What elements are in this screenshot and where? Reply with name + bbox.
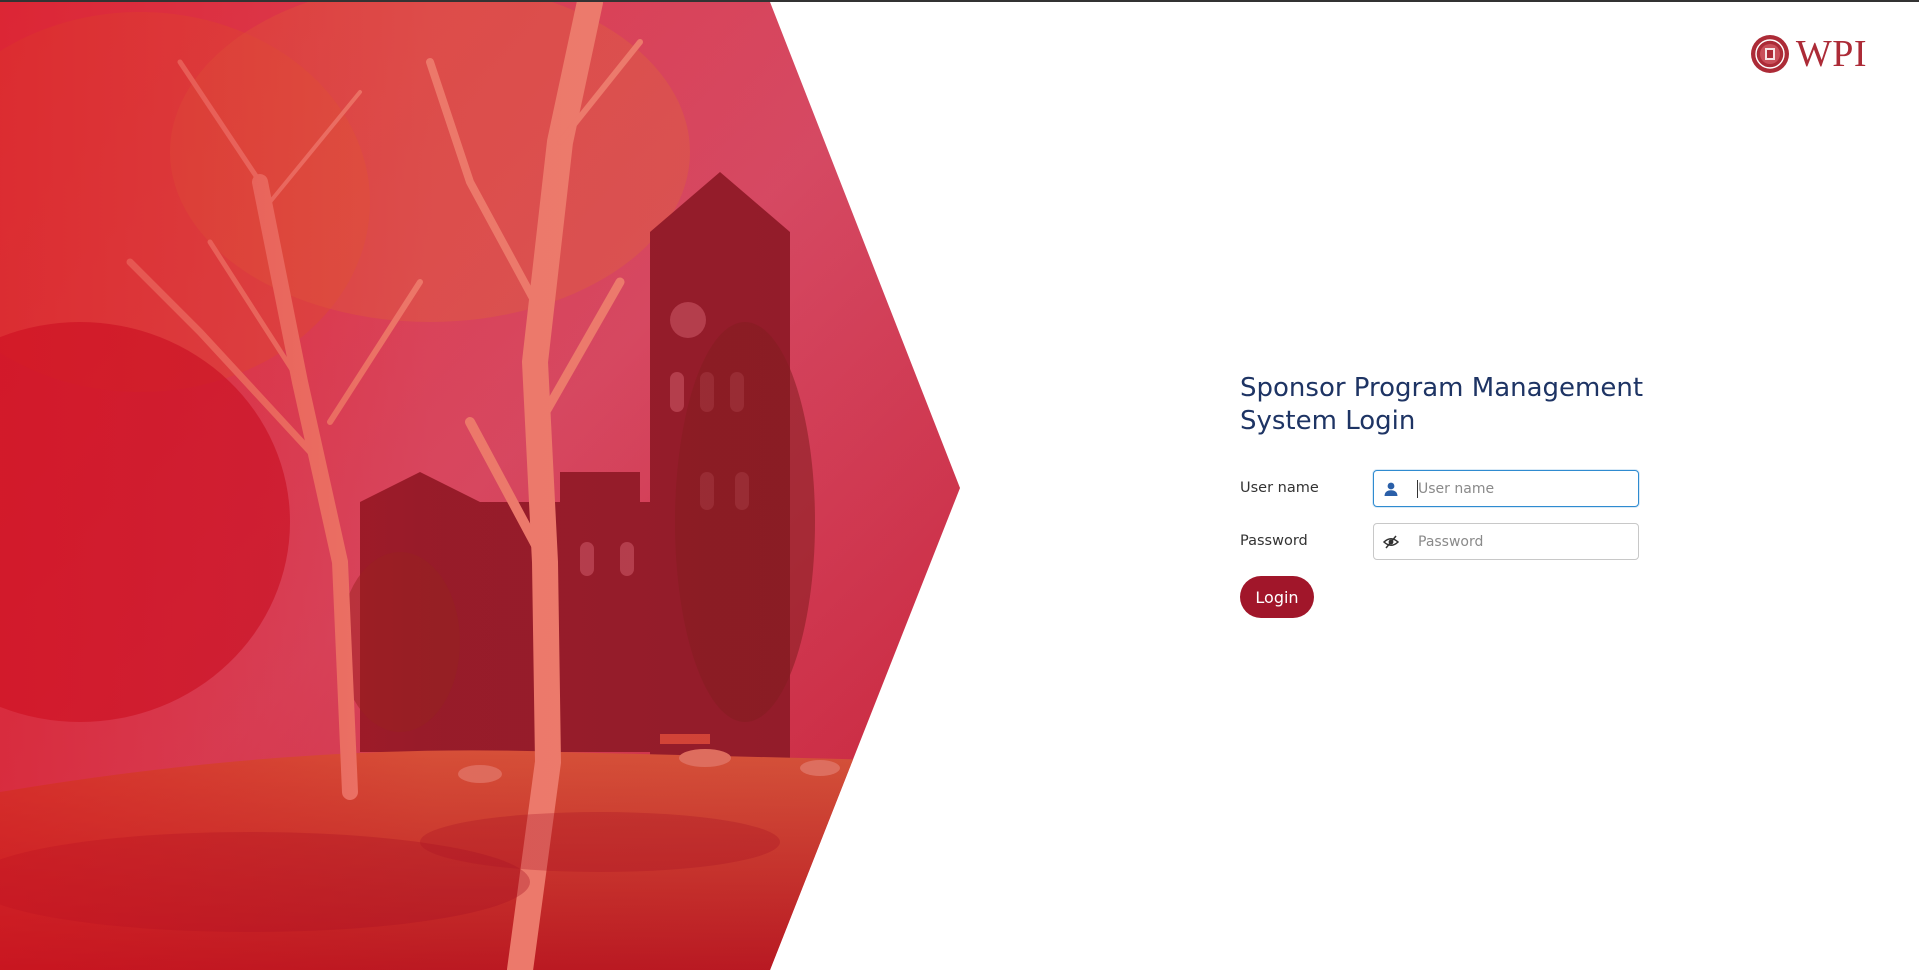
- password-field[interactable]: [1373, 523, 1639, 560]
- username-field[interactable]: [1373, 470, 1639, 507]
- password-label: Password: [1240, 533, 1308, 549]
- hero-image: [0, 2, 960, 970]
- username-label: User name: [1240, 480, 1319, 496]
- password-input[interactable]: [1418, 524, 1632, 559]
- wpi-logo[interactable]: WPI: [1750, 34, 1867, 74]
- password-row: Password: [1240, 523, 1660, 561]
- university-seal-icon: [1750, 35, 1789, 73]
- logo-text: WPI: [1795, 33, 1867, 75]
- user-icon: [1384, 482, 1398, 496]
- login-button[interactable]: Login: [1240, 576, 1314, 618]
- top-border: [0, 0, 1919, 2]
- username-input[interactable]: [1418, 471, 1632, 506]
- login-page: WPI Sponsor Program Management System Lo…: [0, 0, 1919, 970]
- username-row: User name: [1240, 470, 1660, 508]
- eye-slash-icon[interactable]: [1383, 534, 1399, 550]
- page-title: Sponsor Program Management System Login: [1240, 373, 1644, 436]
- login-form: Sponsor Program Management System Login …: [1240, 372, 1660, 618]
- hero-illustration: [0, 2, 960, 970]
